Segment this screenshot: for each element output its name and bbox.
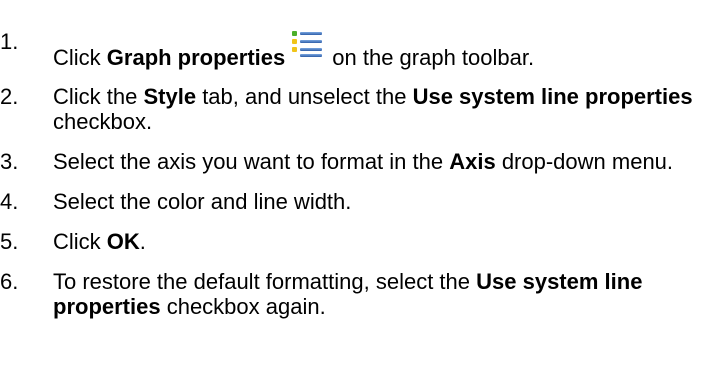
step-text: checkbox again. [160, 294, 326, 319]
step-strong: Style [143, 84, 197, 109]
step-number: 1. [0, 29, 19, 54]
step-text: on the graph toolbar. [332, 45, 535, 70]
step-number: 3. [0, 149, 19, 174]
step-number: 4. [0, 189, 19, 214]
graph-properties-icon [291, 29, 324, 59]
step-text: drop-down menu. [495, 149, 674, 174]
step-text: Select the axis you want to format in th… [53, 149, 450, 174]
step-number: 6. [0, 269, 19, 294]
instruction-list: 1. Click Graph properties on the graph to… [0, 29, 723, 319]
step-text: To restore the default formatting, selec… [53, 269, 477, 294]
step-strong: Use system line properties [412, 84, 693, 109]
step-strong: OK [106, 229, 140, 254]
step-text: checkbox. [53, 109, 153, 134]
step-1: 1. Click Graph properties on the graph to… [0, 29, 723, 70]
step-strong: Axis [449, 149, 496, 174]
step-text: Click [53, 229, 107, 254]
step-4: 4. Select the color and line width. [0, 189, 723, 214]
step-text: Click [53, 45, 107, 70]
step-text: Select the color and line width. [53, 189, 352, 214]
step-2: 2. Click the Style tab, and unselect the … [0, 84, 723, 134]
step-text: tab, and unselect the [196, 84, 413, 109]
step-text: . [139, 229, 146, 254]
step-3: 3. Select the axis you want to format in … [0, 149, 723, 174]
step-number: 5. [0, 229, 19, 254]
step-number: 2. [0, 84, 19, 109]
step-6: 6. To restore the default formatting, sel… [0, 269, 723, 319]
step-text: Click the [53, 84, 144, 109]
step-5: 5. Click OK. [0, 229, 723, 254]
step-strong: Graph properties [106, 45, 286, 70]
